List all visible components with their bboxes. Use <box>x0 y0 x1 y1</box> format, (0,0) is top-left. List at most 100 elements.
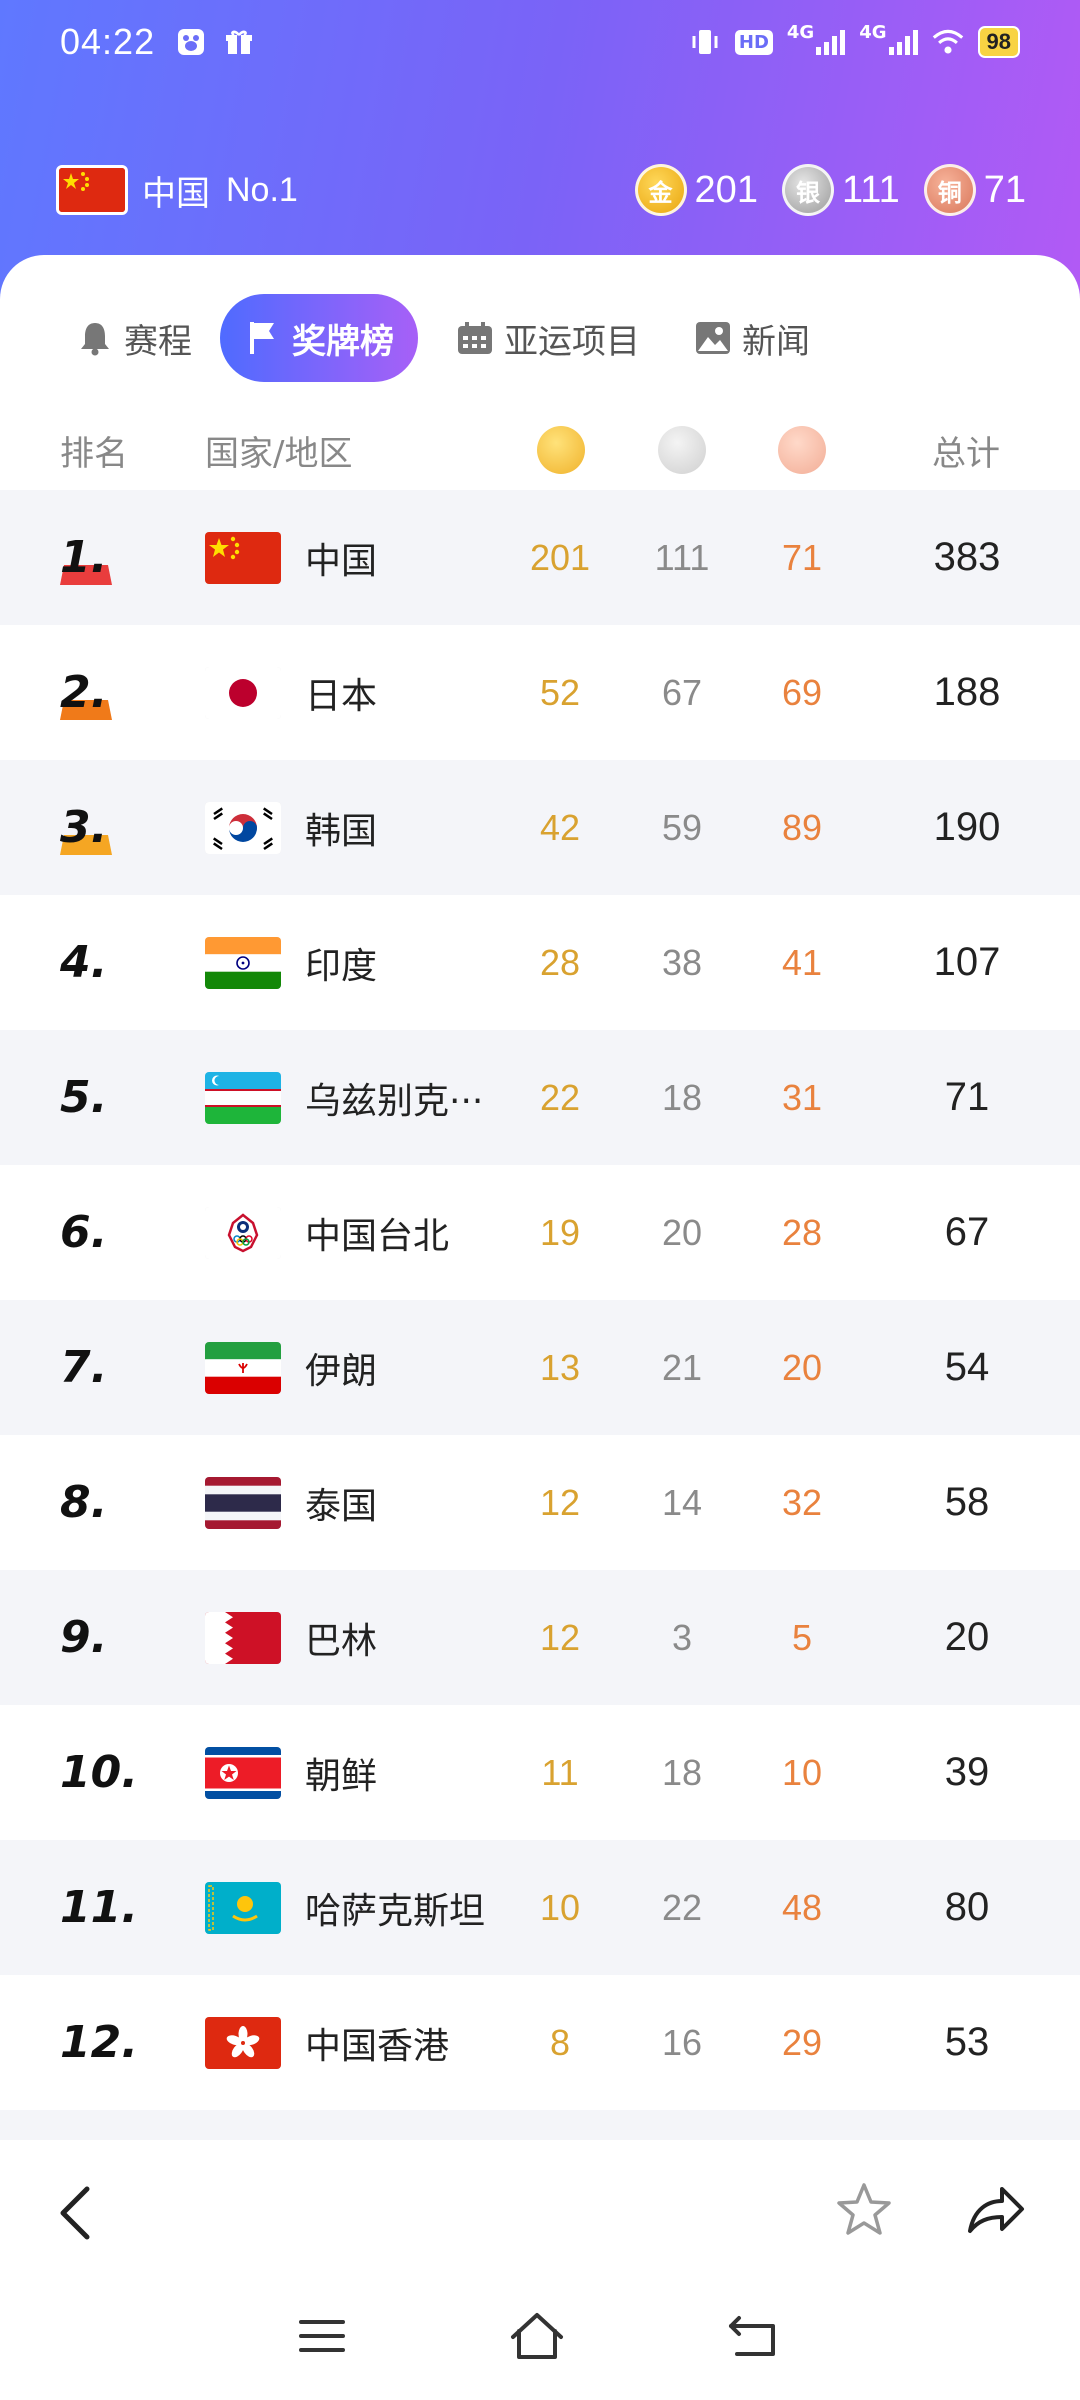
silver-count: 16 <box>661 2021 703 2063</box>
share-icon[interactable] <box>964 2181 1026 2243</box>
flag-hong-kong-icon <box>205 2016 281 2069</box>
summary-rank: No.1 <box>226 170 298 209</box>
silver-count: 14 <box>661 1481 703 1523</box>
rank-cell: 12. <box>60 1975 180 2110</box>
rank-cell: 9. <box>60 1570 180 1705</box>
silver-count: 18 <box>661 1076 703 1118</box>
flag-iran-icon <box>205 1341 281 1394</box>
return-icon[interactable] <box>727 2312 783 2364</box>
total-count: 188 <box>933 670 1001 714</box>
gold-count: 8 <box>549 2021 571 2063</box>
rank-number: 3. <box>60 802 108 853</box>
table-row[interactable]: 7. 伊朗 13 21 20 54 <box>0 1300 1080 1435</box>
table-row[interactable]: 9. 巴林 12 3 5 20 <box>0 1570 1080 1705</box>
bronze-count: 89 <box>781 806 823 848</box>
country-name: 中国台北 <box>305 1215 450 1257</box>
table-row[interactable]: 1. 中国 201 111 71 383 <box>0 490 1080 625</box>
rank-cell: 4. <box>60 895 180 1030</box>
battery-indicator: 98 <box>977 26 1020 58</box>
gold-medal-icon: 金 <box>634 164 687 216</box>
bronze-count: 29 <box>781 2021 823 2063</box>
gold-count: 10 <box>539 1886 581 1928</box>
silver-column-medal-icon <box>658 426 706 474</box>
rank-cell: 5. <box>60 1030 180 1165</box>
flag-chinese-taipei-icon <box>205 1206 281 1259</box>
baidu-paw-icon <box>175 26 207 58</box>
header-rank: 排名 <box>60 433 128 474</box>
silver-count: 67 <box>661 671 703 713</box>
summary-gold-count: 201 <box>694 168 758 211</box>
status-bar: 04:22 HD 4G 4G 98 <box>0 0 1080 84</box>
star-icon[interactable] <box>834 2181 894 2243</box>
rank-number: 7. <box>60 1342 108 1393</box>
silver-count: 59 <box>661 806 703 848</box>
table-row-partial <box>0 2110 1080 2140</box>
calendar-icon <box>456 319 494 357</box>
table-row[interactable]: 11. 哈萨克斯坦 10 22 48 80 <box>0 1840 1080 1975</box>
tab-schedule[interactable]: 赛程 <box>52 294 216 382</box>
total-count: 39 <box>944 1750 990 1794</box>
home-icon[interactable] <box>507 2311 567 2365</box>
silver-count: 18 <box>661 1751 703 1793</box>
header-country: 国家/地区 <box>205 433 353 474</box>
country-name: 韩国 <box>305 810 378 852</box>
flag-india-icon <box>205 936 281 989</box>
silver-count: 38 <box>661 941 703 983</box>
flag-china-icon <box>205 531 281 584</box>
silver-count: 111 <box>654 536 710 578</box>
status-time: 04:22 <box>60 21 156 62</box>
silver-count: 21 <box>661 1346 703 1388</box>
rank-number: 1. <box>60 532 108 583</box>
gold-count: 19 <box>539 1211 581 1253</box>
table-row[interactable]: 8. 泰国 12 14 32 58 <box>0 1435 1080 1570</box>
bronze-count: 31 <box>781 1076 823 1118</box>
rank-cell: 3. <box>60 760 180 895</box>
rank-number: 12. <box>60 2017 138 2068</box>
bronze-medal-icon: 铜 <box>923 164 976 216</box>
country-name: 中国香港 <box>305 2025 450 2067</box>
gift-icon <box>223 26 255 58</box>
rank-cell: 6. <box>60 1165 180 1300</box>
country-name: 乌兹别克··· <box>305 1080 484 1122</box>
gold-count: 201 <box>529 536 591 578</box>
flag-thailand-icon <box>205 1476 281 1529</box>
menu-icon[interactable] <box>297 2316 347 2360</box>
summary-gold: 金 201 <box>634 164 758 216</box>
table-row[interactable]: 2. 日本 52 67 69 188 <box>0 625 1080 760</box>
bronze-count: 69 <box>781 671 823 713</box>
summary-medal-counts: 金 201 银 111 铜 71 <box>634 164 1026 216</box>
table-row[interactable]: 12. 中国香港 8 16 29 53 <box>0 1975 1080 2110</box>
country-name: 巴林 <box>305 1620 378 1662</box>
table-row[interactable]: 5. 乌兹别克··· 22 18 31 71 <box>0 1030 1080 1165</box>
vibrate-icon <box>689 26 721 58</box>
country-summary: 中国 No.1 金 201 银 111 铜 71 <box>56 160 1026 220</box>
flag-korea-icon <box>205 801 281 854</box>
back-icon[interactable] <box>55 2185 95 2245</box>
gold-count: 12 <box>539 1616 581 1658</box>
rank-cell: 7. <box>60 1300 180 1435</box>
country-name: 朝鲜 <box>305 1755 378 1797</box>
tab-news-label: 新闻 <box>742 321 810 362</box>
summary-country: 中国 <box>142 174 210 213</box>
flag-kazakhstan-icon <box>205 1881 281 1934</box>
flag-japan-icon <box>205 666 281 719</box>
tab-events[interactable]: 亚运项目 <box>432 294 664 382</box>
country-name: 中国 <box>305 540 378 582</box>
table-row[interactable]: 3. 韩国 42 59 89 190 <box>0 760 1080 895</box>
rank-number: 2. <box>60 667 108 718</box>
flag-dprk-icon <box>205 1746 281 1799</box>
silver-count: 20 <box>661 1211 703 1253</box>
table-row[interactable]: 6. 中国台北 19 20 28 67 <box>0 1165 1080 1300</box>
tab-bar: 赛程 奖牌榜 亚运项目 新闻 <box>0 293 1080 383</box>
rank-number: 11. <box>60 1882 138 1933</box>
wifi-icon <box>932 26 964 58</box>
tab-news[interactable]: 新闻 <box>670 294 834 382</box>
tab-medal-table[interactable]: 奖牌榜 <box>220 294 418 382</box>
rank-cell: 1. <box>60 490 180 625</box>
country-name: 日本 <box>305 675 378 717</box>
country-name: 哈萨克斯坦 <box>305 1890 486 1932</box>
table-row[interactable]: 4. 印度 28 38 41 107 <box>0 895 1080 1030</box>
rank-cell: 8. <box>60 1435 180 1570</box>
table-row[interactable]: 10. 朝鲜 11 18 10 39 <box>0 1705 1080 1840</box>
gold-count: 42 <box>539 806 581 848</box>
